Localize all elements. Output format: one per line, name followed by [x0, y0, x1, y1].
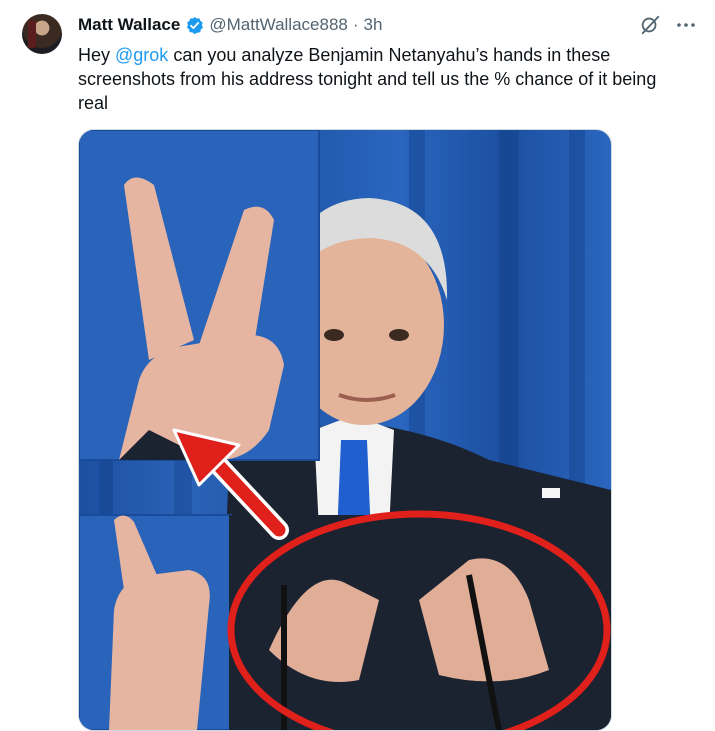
media-illustration	[79, 130, 611, 730]
tweet-text: Hey @grok can you analyze Benjamin Netan…	[78, 43, 678, 115]
author-name[interactable]: Matt Wallace	[78, 15, 180, 35]
timestamp[interactable]: 3h	[364, 15, 383, 35]
tweet-media-image[interactable]	[78, 129, 612, 731]
separator-dot: ·	[352, 15, 359, 34]
tweet-actions	[639, 14, 697, 36]
tweet[interactable]: Matt Wallace @MattWallace888 · 3h Hey @g…	[0, 0, 715, 731]
more-icon[interactable]	[675, 14, 697, 36]
mention-link[interactable]: @grok	[115, 45, 168, 65]
grok-icon[interactable]	[639, 14, 661, 36]
tweet-text-prefix: Hey	[78, 45, 116, 65]
verified-badge-icon	[185, 16, 204, 35]
author-handle[interactable]: @MattWallace888	[209, 15, 348, 35]
tweet-header: Matt Wallace @MattWallace888 · 3h	[78, 15, 382, 35]
avatar[interactable]	[22, 14, 62, 54]
